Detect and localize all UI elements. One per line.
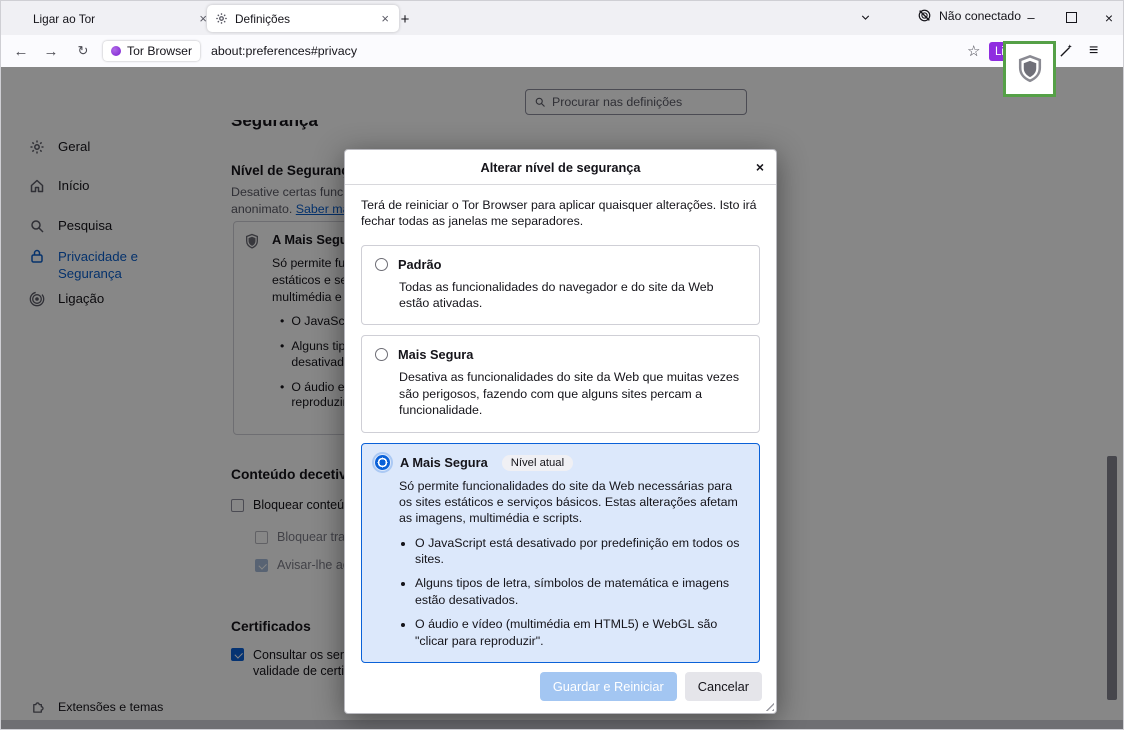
- navigation-toolbar: ← → ↻ Tor Browser about:preferences#priv…: [1, 35, 1123, 68]
- dialog-title: Alterar nível de segurança: [480, 160, 640, 175]
- bullet-item: O áudio e vídeo (multimédia em HTML5) e …: [415, 616, 746, 649]
- option-label: Mais Segura: [398, 347, 473, 362]
- bookmark-star-icon[interactable]: ☆: [967, 35, 980, 67]
- option-mais-segura[interactable]: Mais Segura Desativa as funcionalidades …: [361, 335, 760, 432]
- option-a-mais-segura[interactable]: A Mais Segura Nível atual Só permite fun…: [361, 443, 760, 663]
- back-icon[interactable]: ←: [9, 35, 33, 67]
- resize-handle[interactable]: [763, 700, 774, 711]
- option-desc: Desativa as funcionalidades do site da W…: [399, 369, 746, 418]
- close-icon[interactable]: ×: [379, 11, 391, 26]
- forward-icon[interactable]: →: [39, 35, 63, 67]
- not-connected-icon: [917, 8, 932, 23]
- option-padrao[interactable]: Padrão Todas as funcionalidades do naveg…: [361, 245, 760, 326]
- option-desc: Todas as funcionalidades do navegador e …: [399, 279, 746, 312]
- radio-icon-selected[interactable]: [375, 455, 390, 470]
- window-close-button[interactable]: ×: [1091, 1, 1124, 34]
- dialog-header: Alterar nível de segurança ×: [345, 150, 776, 185]
- chevron-down-icon[interactable]: [859, 11, 872, 24]
- tab-ligar-ao-tor[interactable]: Ligar ao Tor ×: [25, 5, 217, 32]
- window-bottom-edge: [1, 720, 1123, 729]
- maximize-icon: [1066, 12, 1077, 23]
- tab-label: Definições: [235, 12, 372, 26]
- site-info-label: Tor Browser: [127, 44, 192, 58]
- option-row: Mais Segura: [375, 347, 746, 362]
- current-level-badge: Nível atual: [502, 455, 573, 471]
- tab-definicoes[interactable]: Definições ×: [207, 5, 399, 32]
- option-desc: Só permite funcionalidades do site da We…: [399, 478, 746, 527]
- radio-icon[interactable]: [375, 258, 388, 271]
- connection-status-label: Não conectado: [939, 9, 1021, 23]
- url-text[interactable]: about:preferences#privacy: [211, 35, 357, 67]
- save-restart-button[interactable]: Guardar e Reiniciar: [540, 672, 677, 701]
- annotation-highlight: [1003, 41, 1056, 97]
- dialog-footer: Guardar e Reiniciar Cancelar: [540, 672, 762, 701]
- radio-icon[interactable]: [375, 348, 388, 361]
- content-area: Procurar nas definições Geral Início Pe: [1, 67, 1123, 729]
- scrollbar-thumb[interactable]: [1107, 456, 1117, 700]
- new-tab-button[interactable]: +: [393, 7, 417, 31]
- option-bullets: O JavaScript está desativado por predefi…: [399, 535, 746, 649]
- tab-strip: Ligar ao Tor × Definições × + Não conect…: [1, 1, 1123, 35]
- new-identity-icon[interactable]: [1059, 43, 1074, 58]
- connection-status[interactable]: Não conectado: [917, 8, 1021, 23]
- option-row: Padrão: [375, 257, 746, 272]
- cancel-button[interactable]: Cancelar: [685, 672, 762, 701]
- gear-icon: [215, 12, 228, 25]
- site-info-button[interactable]: Tor Browser: [103, 41, 200, 61]
- security-level-shield-button[interactable]: [1016, 54, 1044, 84]
- browser-window: Ligar ao Tor × Definições × + Não conect…: [0, 0, 1124, 730]
- bullet-item: Alguns tipos de letra, símbolos de matem…: [415, 575, 746, 608]
- security-level-dialog: Alterar nível de segurança × Terá de rei…: [344, 149, 777, 714]
- option-label: Padrão: [398, 257, 441, 272]
- minimize-button[interactable]: –: [1013, 1, 1049, 34]
- reload-icon[interactable]: ↻: [71, 35, 95, 67]
- menu-icon[interactable]: ≡: [1089, 35, 1098, 67]
- tor-logo-icon: [111, 46, 121, 56]
- option-label: A Mais Segura: [400, 455, 488, 470]
- dialog-body: Terá de reiniciar o Tor Browser para apl…: [345, 185, 776, 663]
- option-row: A Mais Segura Nível atual: [375, 455, 746, 471]
- bullet-item: O JavaScript está desativado por predefi…: [415, 535, 746, 568]
- maximize-button[interactable]: [1053, 1, 1089, 34]
- close-icon[interactable]: ×: [756, 150, 764, 184]
- tab-label: Ligar ao Tor: [33, 12, 190, 26]
- dialog-intro-text: Terá de reiniciar o Tor Browser para apl…: [361, 197, 760, 230]
